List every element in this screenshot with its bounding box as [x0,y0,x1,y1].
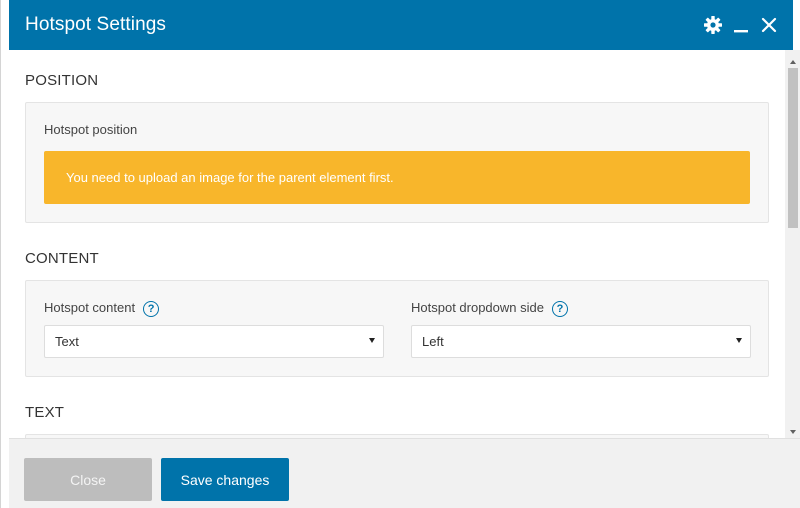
close-icon[interactable] [757,13,781,37]
gear-icon[interactable] [701,13,725,37]
dropdown-side-select[interactable]: Left [411,325,751,358]
scroll-up-icon[interactable] [790,60,796,64]
dialog-content: POSITION Hotspot position You need to up… [9,50,785,438]
chevron-down-icon [369,338,375,343]
window-controls [701,0,781,50]
hotspot-settings-dialog: Hotspot Settings POSITION Hotspot positi… [0,0,800,508]
minimize-icon[interactable] [729,13,753,37]
dropdown-side-value: Left [422,334,444,349]
scrollbar-thumb[interactable] [788,68,798,228]
section-title-text: TEXT [25,404,65,421]
section-title-position: POSITION [25,72,99,89]
dialog-footer: Close Save changes [9,438,800,508]
content-panel: Hotspot content? Text Hotspot dropdown s… [25,280,769,377]
hotspot-content-select[interactable]: Text [44,325,384,358]
dropdown-side-field: Hotspot dropdown side? [411,300,568,317]
chevron-down-icon [736,338,742,343]
content-scrollbar[interactable] [785,50,800,438]
hotspot-position-label: Hotspot position [44,122,138,137]
scroll-down-icon[interactable] [790,430,796,434]
dialog-title: Hotspot Settings [25,14,167,35]
position-panel: Hotspot position You need to upload an i… [25,102,769,223]
save-changes-button[interactable]: Save changes [161,458,289,501]
dropdown-side-label: Hotspot dropdown side [411,300,544,315]
dialog-titlebar: Hotspot Settings [9,0,793,50]
hotspot-content-help-icon[interactable]: ? [143,300,160,317]
hotspot-content-label: Hotspot content [44,300,136,315]
hotspot-content-value: Text [55,334,79,349]
upload-image-notice: You need to upload an image for the pare… [44,151,750,204]
dropdown-side-help-icon[interactable]: ? [551,300,568,317]
close-button[interactable]: Close [24,458,152,501]
section-title-content: CONTENT [25,250,99,267]
hotspot-content-field: Hotspot content? [44,300,160,317]
